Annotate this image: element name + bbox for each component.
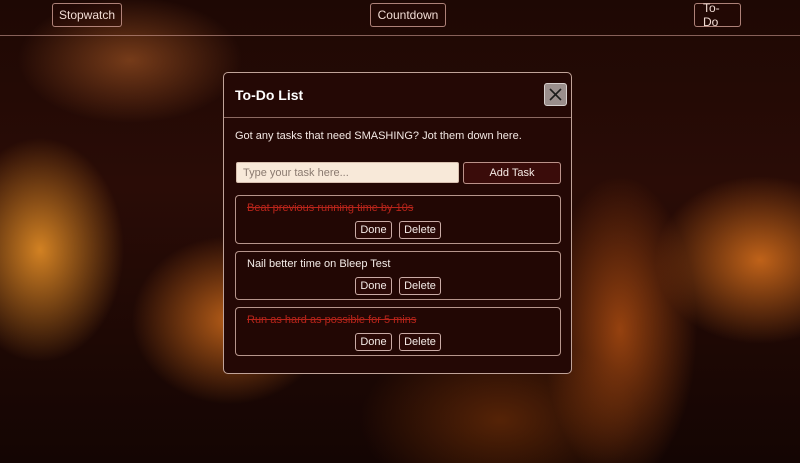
task-text: Nail better time on Bleep Test (247, 258, 391, 270)
stopwatch-nav-button[interactable]: Stopwatch (52, 3, 122, 27)
task-item: Nail better time on Bleep Test Done Dele… (235, 251, 561, 300)
close-button[interactable] (544, 83, 567, 106)
close-icon (549, 88, 562, 101)
countdown-nav-button[interactable]: Countdown (370, 3, 446, 27)
modal-title: To-Do List (235, 87, 304, 103)
todo-nav-button[interactable]: To-Do (694, 1, 741, 29)
todo-modal: To-Do List Got any tasks that need SMASH… (223, 72, 572, 374)
add-task-button[interactable]: Add Task (463, 162, 561, 184)
task-text: Beat previous running time by 10s (247, 202, 414, 214)
delete-button[interactable]: Delete (399, 221, 441, 239)
task-item: Run as hard as possible for 5 mins Done … (235, 307, 561, 356)
task-text: Run as hard as possible for 5 mins (247, 314, 417, 326)
done-button[interactable]: Done (355, 221, 392, 239)
top-nav-bar: Stopwatch Countdown To-Do (0, 0, 800, 36)
done-button[interactable]: Done (355, 333, 392, 351)
delete-button[interactable]: Delete (399, 277, 441, 295)
delete-button[interactable]: Delete (399, 333, 441, 351)
task-item: Beat previous running time by 10s Done D… (235, 195, 561, 244)
modal-header: To-Do List (224, 73, 571, 118)
task-input[interactable] (236, 162, 459, 183)
done-button[interactable]: Done (355, 277, 392, 295)
modal-intro-text: Got any tasks that need SMASHING? Jot th… (235, 130, 522, 142)
